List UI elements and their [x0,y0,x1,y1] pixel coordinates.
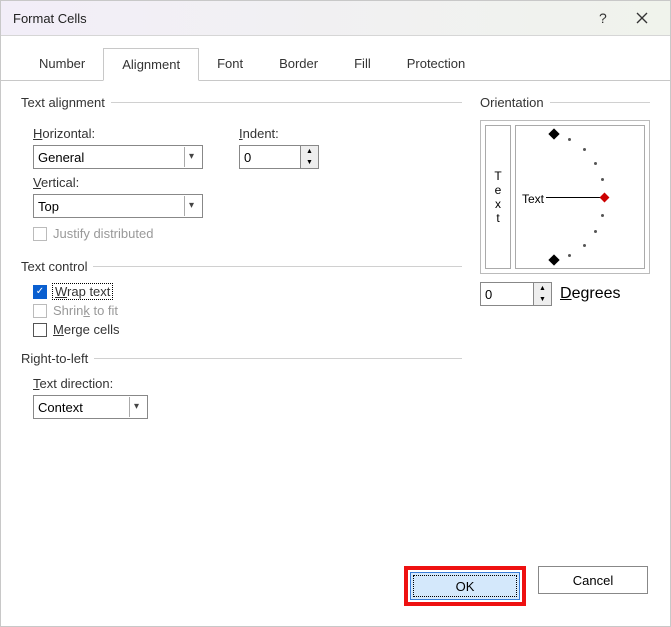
chevron-down-icon: ▾ [184,196,198,216]
shrink-to-fit-label: Shrink to fit [53,303,118,318]
merge-cells-checkbox[interactable] [33,323,47,337]
degrees-spinner[interactable]: 0 ▲ ▼ [480,282,552,306]
group-rtl: Right-to-left Text direction: Context ▾ [21,351,462,419]
cancel-button[interactable]: Cancel [538,566,648,594]
group-orientation: Orientation T e x t Text [480,95,650,306]
chevron-down-icon: ▾ [184,147,198,167]
justify-distributed-label: Justify distributed [53,226,153,241]
wrap-text-label: Wrap text [53,284,112,299]
indent-spinner[interactable]: 0 ▲ ▼ [239,145,319,169]
group-label-orientation: Orientation [480,95,550,110]
spinner-down-icon[interactable]: ▼ [301,157,318,168]
tab-fill[interactable]: Fill [336,48,389,80]
vertical-label: Vertical: [33,175,203,190]
wrap-text-checkbox[interactable]: ✓ [33,285,47,299]
shrink-to-fit-checkbox [33,304,47,318]
ok-highlight: OK [404,566,526,606]
spinner-up-icon[interactable]: ▲ [301,146,318,157]
text-direction-value: Context [38,400,83,415]
indent-value: 0 [240,150,300,165]
group-label-text-control: Text control [21,259,93,274]
horizontal-label: Horizontal: [33,126,203,141]
format-cells-dialog: Format Cells ? Number Alignment Font Bor… [0,0,671,627]
horizontal-value: General [38,150,84,165]
orientation-vertical-text[interactable]: T e x t [485,125,511,269]
group-text-control: Text control ✓ Wrap text Shrink to fit M… [21,259,462,337]
horizontal-select[interactable]: General ▾ [33,145,203,169]
help-button[interactable]: ? [582,3,622,33]
orientation-arc-text: Text [522,192,544,206]
group-label-text-alignment: Text alignment [21,95,111,110]
tab-strip: Number Alignment Font Border Fill Protec… [1,36,670,81]
group-label-rtl: Right-to-left [21,351,94,366]
tab-number[interactable]: Number [21,48,103,80]
dialog-footer: OK Cancel [1,566,670,626]
tab-font[interactable]: Font [199,48,261,80]
indent-label: Indent: [239,126,319,141]
text-direction-select[interactable]: Context ▾ [33,395,148,419]
tab-border[interactable]: Border [261,48,336,80]
spinner-up-icon[interactable]: ▲ [534,283,551,294]
merge-cells-label: Merge cells [53,322,119,337]
ok-button[interactable]: OK [410,572,520,600]
svg-text:?: ? [599,11,607,25]
degrees-value: 0 [481,287,533,302]
degrees-label: Degrees [560,285,620,303]
vertical-value: Top [38,199,59,214]
tab-alignment[interactable]: Alignment [103,48,199,81]
titlebar: Format Cells ? [1,1,670,36]
close-button[interactable] [622,3,662,33]
chevron-down-icon: ▾ [129,397,143,417]
orientation-preview[interactable]: T e x t Text [480,120,650,274]
dialog-title: Format Cells [13,11,582,26]
group-text-alignment: Text alignment Horizontal: General ▾ Ver… [21,95,462,245]
orientation-arc[interactable]: Text [515,125,645,269]
justify-distributed-checkbox [33,227,47,241]
spinner-down-icon[interactable]: ▼ [534,294,551,305]
text-direction-label: Text direction: [33,376,462,391]
vertical-select[interactable]: Top ▾ [33,194,203,218]
tab-protection[interactable]: Protection [389,48,484,80]
